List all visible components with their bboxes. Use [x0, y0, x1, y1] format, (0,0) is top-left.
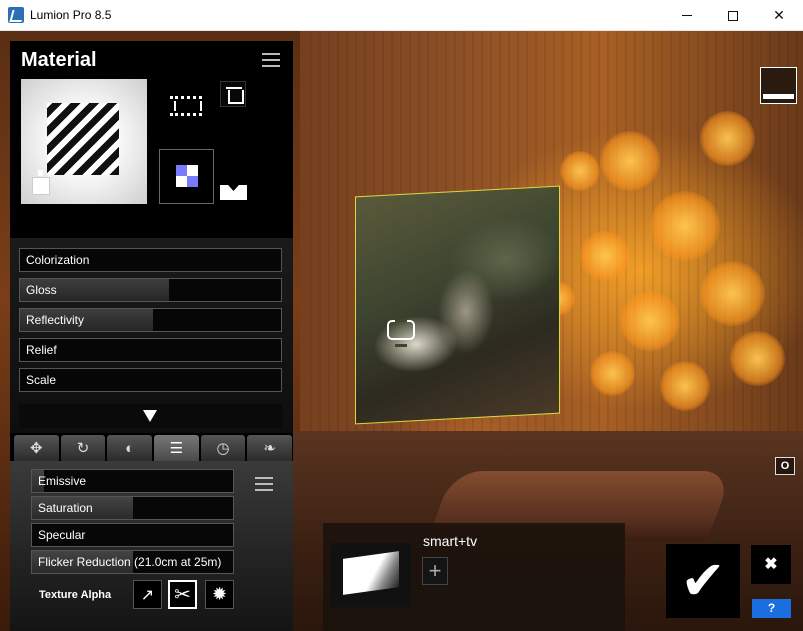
texture-select-button[interactable]: [159, 149, 214, 204]
confirm-button[interactable]: ✔: [666, 544, 740, 618]
slider-label: Emissive: [38, 474, 87, 488]
close-icon: ✕: [773, 7, 785, 23]
checkmark-icon: ✔: [680, 551, 726, 611]
clock-icon: ◷: [216, 440, 230, 457]
scale-slider[interactable]: Scale: [19, 368, 282, 392]
light-spot: [650, 191, 720, 261]
scissors-icon: ✂: [174, 584, 191, 606]
checker-texture-icon: [176, 165, 198, 187]
specular-slider[interactable]: Specular: [31, 523, 234, 547]
light-spot: [660, 361, 710, 411]
slider-label: Gloss: [26, 283, 57, 297]
material-save-icon[interactable]: [32, 170, 50, 195]
slider-label: Reflectivity: [26, 313, 85, 327]
material-texture-swatch: [47, 103, 119, 175]
trash-icon[interactable]: [220, 81, 246, 107]
chevron-down-icon: [143, 410, 157, 422]
preview-thumbnail[interactable]: [760, 67, 797, 104]
material-preview[interactable]: [21, 79, 147, 204]
target-icon[interactable]: [387, 319, 415, 347]
add-object-button[interactable]: +: [422, 557, 448, 585]
expand-properties-button[interactable]: [19, 404, 282, 428]
curve-icon: ↗: [140, 586, 155, 604]
window-title: Lumion Pro 8.5: [30, 8, 112, 22]
material-tabs: ✥ ↻ ◐ ☰ ◷ ❧: [14, 435, 293, 461]
texture-alpha-label: Texture Alpha: [39, 589, 112, 601]
relief-slider[interactable]: Relief: [19, 338, 282, 362]
tab-weathering[interactable]: ◷: [200, 435, 246, 461]
reflectivity-slider[interactable]: Reflectivity: [19, 308, 282, 332]
minimize-button[interactable]: [664, 0, 710, 31]
sun-icon: ✹: [211, 584, 228, 604]
help-button[interactable]: ?: [752, 599, 791, 618]
slider-label: Saturation: [38, 501, 93, 515]
slider-label: Colorization: [26, 253, 90, 267]
tab-settings[interactable]: ☰: [154, 435, 199, 461]
alpha-curve-button[interactable]: ↗: [133, 580, 162, 609]
gloss-slider[interactable]: Gloss: [19, 278, 282, 302]
maximize-icon: [728, 10, 738, 21]
tab-move[interactable]: ✥: [14, 435, 59, 461]
object-strip: smart+tv +: [323, 523, 625, 631]
object-thumbnail[interactable]: [331, 543, 411, 607]
light-spot: [700, 261, 765, 326]
move-icon: ✥: [30, 440, 43, 457]
advanced-settings: Emissive Saturation Specular Flicker Red…: [10, 461, 293, 631]
slider-label: Flicker Reduction (21.0cm at 25m): [38, 555, 222, 569]
material-panel: Material Colorization Gloss Reflectivity…: [10, 41, 293, 631]
light-spot: [730, 331, 785, 386]
colorization-slider[interactable]: Colorization: [19, 248, 282, 272]
cancel-button[interactable]: ✖: [751, 545, 791, 584]
emissive-slider[interactable]: Emissive: [31, 469, 234, 493]
slider-label: Scale: [26, 373, 57, 387]
light-spot: [560, 151, 600, 191]
close-icon: ✖: [764, 556, 778, 573]
tab-rotate[interactable]: ↻: [60, 435, 106, 461]
selected-tv-object[interactable]: [355, 185, 560, 425]
sliders-icon: ☰: [169, 440, 184, 457]
light-spot: [580, 231, 630, 281]
object-name: smart+tv: [423, 533, 478, 549]
panel-title: Material: [21, 49, 97, 71]
settings-menu-icon[interactable]: [255, 477, 273, 491]
tab-foliage[interactable]: ❧: [247, 435, 293, 461]
rotate-icon: ↻: [76, 440, 90, 457]
light-spot: [600, 131, 660, 191]
slider-label: Specular: [38, 528, 86, 542]
tab-contrast[interactable]: ◐: [107, 435, 153, 461]
app-icon: [8, 7, 24, 23]
contrast-icon: ◐: [125, 439, 135, 457]
saturation-slider[interactable]: Saturation: [31, 496, 234, 520]
texture-mode-icon[interactable]: [220, 185, 247, 200]
plus-icon: +: [428, 558, 442, 583]
material-menu-icon[interactable]: [262, 53, 280, 67]
flicker-reduction-slider[interactable]: Flicker Reduction (21.0cm at 25m): [31, 550, 234, 574]
light-spot: [620, 291, 680, 351]
alpha-light-button[interactable]: ✹: [205, 580, 234, 609]
slider-label: Relief: [26, 343, 57, 357]
minimize-icon: [682, 15, 692, 16]
filmstrip-icon[interactable]: [170, 96, 202, 116]
title-bar: Lumion Pro 8.5 ✕: [0, 0, 803, 31]
alpha-clip-button[interactable]: ✂: [168, 580, 197, 609]
leaf-icon: ❧: [263, 440, 276, 457]
light-spot: [590, 351, 635, 396]
maximize-button[interactable]: [710, 0, 756, 31]
close-window-button[interactable]: ✕: [756, 0, 802, 31]
o-key-button[interactable]: O: [775, 457, 795, 475]
light-spot: [700, 111, 755, 166]
